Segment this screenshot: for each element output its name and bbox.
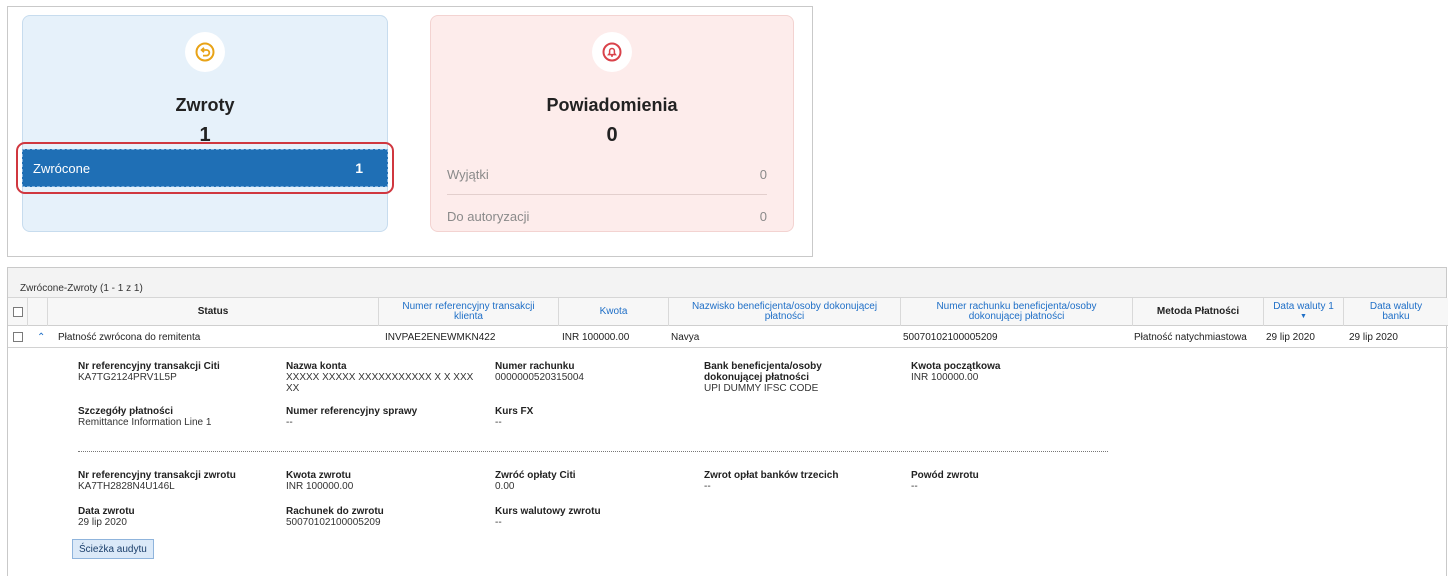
returns-card[interactable]: Zwroty 1 Zwrócone 1 [16, 15, 394, 232]
grid-caption: Zwrócone-Zwroty (1 - 1 z 1) [8, 268, 1446, 298]
exceptions-count: 0 [759, 167, 767, 182]
header-payment-method[interactable]: Metoda Płatności [1133, 298, 1264, 326]
row-status: Płatność zwrócona do remitenta [58, 331, 201, 343]
row-value-date: 29 lip 2020 [1266, 331, 1315, 343]
returned-filter-count: 1 [355, 160, 363, 176]
table-row[interactable]: ⌃ Płatność zwrócona do remitenta INVPAE2… [8, 326, 1448, 348]
detail-return-fx: Kurs walutowy zwrotu -- [495, 506, 601, 528]
bell-icon [592, 32, 632, 72]
authorization-count: 0 [759, 208, 767, 224]
header-beneficiary[interactable]: Nazwisko beneficjenta/osoby dokonującej … [669, 298, 901, 326]
detail-initial-amount: Kwota początkowa INR 100000.00 [911, 361, 1001, 383]
detail-fx-rate: Kurs FX -- [495, 406, 534, 428]
audit-trail-button[interactable]: Ścieżka audytu [72, 539, 154, 559]
detail-payment-details: Szczegóły płatności Remittance Informatio… [78, 406, 212, 428]
row-bank-date: 29 lip 2020 [1349, 331, 1398, 343]
header-bank-date[interactable]: Data waluty banku [1344, 298, 1448, 326]
collapse-chevron-icon[interactable]: ⌃ [37, 326, 45, 348]
detail-return-date: Data zwrotu 29 lip 2020 [78, 506, 135, 528]
exceptions-label: Wyjątki [447, 167, 489, 182]
header-status[interactable]: Status [48, 298, 379, 326]
grid-header: Status Numer referencyjny transakcji kli… [8, 298, 1448, 326]
detail-bank: Bank beneficjenta/osoby dokonującej płat… [704, 361, 822, 394]
sort-desc-icon: ▼ [1300, 313, 1307, 320]
row-checkbox[interactable] [13, 332, 23, 342]
notifications-card[interactable]: Powiadomienia 0 Wyjątki 0 Do autoryzacji… [430, 15, 794, 232]
selected-highlight: Zwrócone 1 [16, 142, 394, 194]
detail-citi-ref: Nr referencyjny transakcji Citi KA7TG2124… [78, 361, 220, 383]
row-detail-panel: Nr referencyjny transakcji Citi KA7TG2124… [8, 348, 1448, 577]
notifications-count: 0 [606, 124, 618, 146]
returns-title: Zwroty [175, 95, 235, 115]
detail-return-reason: Powód zwrotu -- [911, 470, 979, 492]
row-account-number: 50070102100005209 [903, 331, 998, 343]
header-amount[interactable]: Kwota [559, 298, 669, 326]
return-arrow-icon [185, 32, 225, 72]
row-checkbox-cell [13, 326, 23, 348]
detail-return-amount: Kwota zwrotu INR 100000.00 [286, 470, 354, 492]
notifications-title: Powiadomienia [546, 95, 678, 115]
returns-grid: Zwrócone-Zwroty (1 - 1 z 1) Status Numer… [7, 267, 1448, 577]
detail-third-party-fees: Zwrot opłat banków trzecich -- [704, 470, 839, 492]
header-account-number[interactable]: Numer rachunku beneficjenta/osoby dokonu… [901, 298, 1133, 326]
row-payment-method: Płatność natychmiastowa [1134, 331, 1247, 343]
authorization-label: Do autoryzacji [447, 208, 530, 224]
detail-return-account: Rachunek do zwrotu 50070102100005209 [286, 506, 384, 528]
row-beneficiary: Navya [671, 331, 700, 343]
exceptions-item[interactable]: Wyjątki 0 [447, 155, 767, 195]
detail-citi-fees: Zwróć opłaty Citi 0.00 [495, 470, 576, 492]
header-client-ref[interactable]: Numer referencyjny transakcji klienta [379, 298, 559, 326]
header-value-date[interactable]: Data waluty 1 ▼ [1264, 298, 1344, 326]
authorization-item[interactable]: Do autoryzacji 0 [447, 196, 767, 236]
detail-return-ref: Nr referencyjny transakcji zwrotu KA7TH28… [78, 470, 236, 492]
header-value-date-label: Data waluty 1 [1273, 301, 1334, 312]
detail-case-ref: Numer referencyjny sprawy -- [286, 406, 418, 428]
detail-account-name: Nazwa konta XXXXX XXXXX XXXXXXXXXXX X X X… [286, 361, 474, 394]
returned-filter-item[interactable]: Zwrócone 1 [22, 149, 388, 187]
row-amount: INR 100000.00 [562, 331, 630, 343]
select-all-checkbox[interactable] [12, 307, 23, 317]
select-all-cell [8, 298, 28, 326]
summary-panel: Zwroty 1 Zwrócone 1 Powiadomienia 0 Wyją… [7, 6, 813, 257]
returned-filter-label: Zwrócone [33, 160, 91, 176]
detail-account-number: Numer rachunku 0000000520315004 [495, 361, 584, 383]
detail-separator [78, 451, 1108, 452]
expand-column-header [28, 298, 48, 326]
row-client-ref: INVPAE2ENEWMKN422 [385, 331, 496, 343]
